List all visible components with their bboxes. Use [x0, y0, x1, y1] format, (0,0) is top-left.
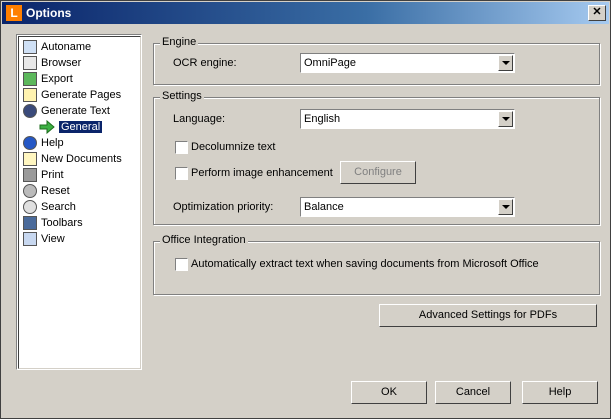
tree-item-label: View: [41, 233, 65, 246]
generate-text-icon: [23, 104, 37, 119]
image-enhancement-checkbox[interactable]: [175, 167, 188, 180]
tree-item-label: Search: [41, 201, 76, 214]
autoname-icon: [23, 40, 37, 55]
tree-item-label: Help: [41, 137, 64, 150]
ocr-engine-select[interactable]: OmniPage: [300, 53, 515, 73]
engine-group: Engine OCR engine: OmniPage: [153, 36, 600, 85]
tree-item-print[interactable]: Print: [23, 167, 64, 183]
chevron-down-icon[interactable]: [498, 111, 513, 127]
optimization-priority-label: Optimization priority:: [173, 201, 274, 213]
optimization-priority-select[interactable]: Balance: [300, 197, 515, 217]
tree-item-general[interactable]: General: [39, 119, 103, 135]
tree-item-label: Toolbars: [41, 217, 83, 230]
app-logo-icon: L: [6, 5, 22, 21]
tree-item-label: Browser: [41, 57, 82, 70]
green-arrow-icon: [39, 120, 55, 135]
office-integration-legend: Office Integration: [160, 234, 248, 246]
tree-item-export[interactable]: Export: [23, 71, 73, 87]
ok-button[interactable]: OK: [351, 381, 427, 404]
export-icon: [23, 72, 37, 87]
settings-group: Settings Language: English Decolumnize t…: [153, 90, 600, 225]
tree-item-label: Generate Text: [41, 105, 110, 118]
search-icon: [23, 200, 37, 215]
tree-item-label: Autoname: [41, 41, 92, 54]
office-integration-group: Office Integration Automatically extract…: [153, 234, 600, 295]
tree-item-label: New Documents: [41, 153, 122, 166]
close-button[interactable]: ✕: [588, 5, 606, 21]
ocr-engine-value: OmniPage: [304, 57, 356, 69]
decolumnize-label[interactable]: Decolumnize text: [191, 141, 275, 153]
auto-extract-label[interactable]: Automatically extract text when saving d…: [191, 258, 539, 270]
ocr-engine-label: OCR engine:: [173, 57, 237, 69]
options-dialog: L Options ✕ Autoname Browser Export Gene…: [0, 0, 611, 419]
generate-pages-icon: [23, 88, 37, 103]
tree-item-view[interactable]: View: [23, 231, 65, 247]
print-icon: [23, 168, 37, 183]
help-button[interactable]: Help: [522, 381, 598, 404]
tree-item-label: General: [59, 121, 103, 134]
image-enhancement-label[interactable]: Perform image enhancement: [191, 167, 333, 179]
tree-item-label: Reset: [41, 185, 70, 198]
toolbars-icon: [23, 216, 37, 231]
new-documents-icon: [23, 152, 37, 167]
settings-legend: Settings: [160, 90, 204, 102]
help-icon: [23, 136, 37, 151]
category-tree[interactable]: Autoname Browser Export Generate Pages G…: [16, 34, 142, 370]
tree-item-browser[interactable]: Browser: [23, 55, 81, 71]
title-bar[interactable]: L Options ✕: [2, 2, 609, 24]
tree-item-help[interactable]: Help: [23, 135, 64, 151]
tree-item-toolbars[interactable]: Toolbars: [23, 215, 83, 231]
engine-legend: Engine: [160, 36, 199, 48]
advanced-settings-button[interactable]: Advanced Settings for PDFs: [379, 304, 597, 327]
auto-extract-checkbox[interactable]: [175, 258, 188, 271]
decolumnize-checkbox[interactable]: [175, 141, 188, 154]
tree-item-new-documents[interactable]: New Documents: [23, 151, 122, 167]
reset-icon: [23, 184, 37, 199]
browser-icon: [23, 56, 37, 71]
optimization-priority-value: Balance: [304, 201, 344, 213]
language-select[interactable]: English: [300, 109, 515, 129]
tree-item-autoname[interactable]: Autoname: [23, 39, 91, 55]
view-icon: [23, 232, 37, 247]
configure-button[interactable]: Configure: [340, 161, 416, 184]
tree-item-label: Print: [41, 169, 64, 182]
tree-item-generate-text[interactable]: Generate Text: [23, 103, 110, 119]
chevron-down-icon[interactable]: [498, 199, 513, 215]
window-title: Options: [26, 6, 72, 20]
tree-item-reset[interactable]: Reset: [23, 183, 70, 199]
tree-item-label: Export: [41, 73, 73, 86]
chevron-down-icon[interactable]: [498, 55, 513, 71]
tree-item-label: Generate Pages: [41, 89, 122, 102]
cancel-button[interactable]: Cancel: [435, 381, 511, 404]
language-value: English: [304, 113, 341, 125]
tree-item-search[interactable]: Search: [23, 199, 76, 215]
tree-item-generate-pages[interactable]: Generate Pages: [23, 87, 121, 103]
language-label: Language:: [173, 113, 225, 125]
